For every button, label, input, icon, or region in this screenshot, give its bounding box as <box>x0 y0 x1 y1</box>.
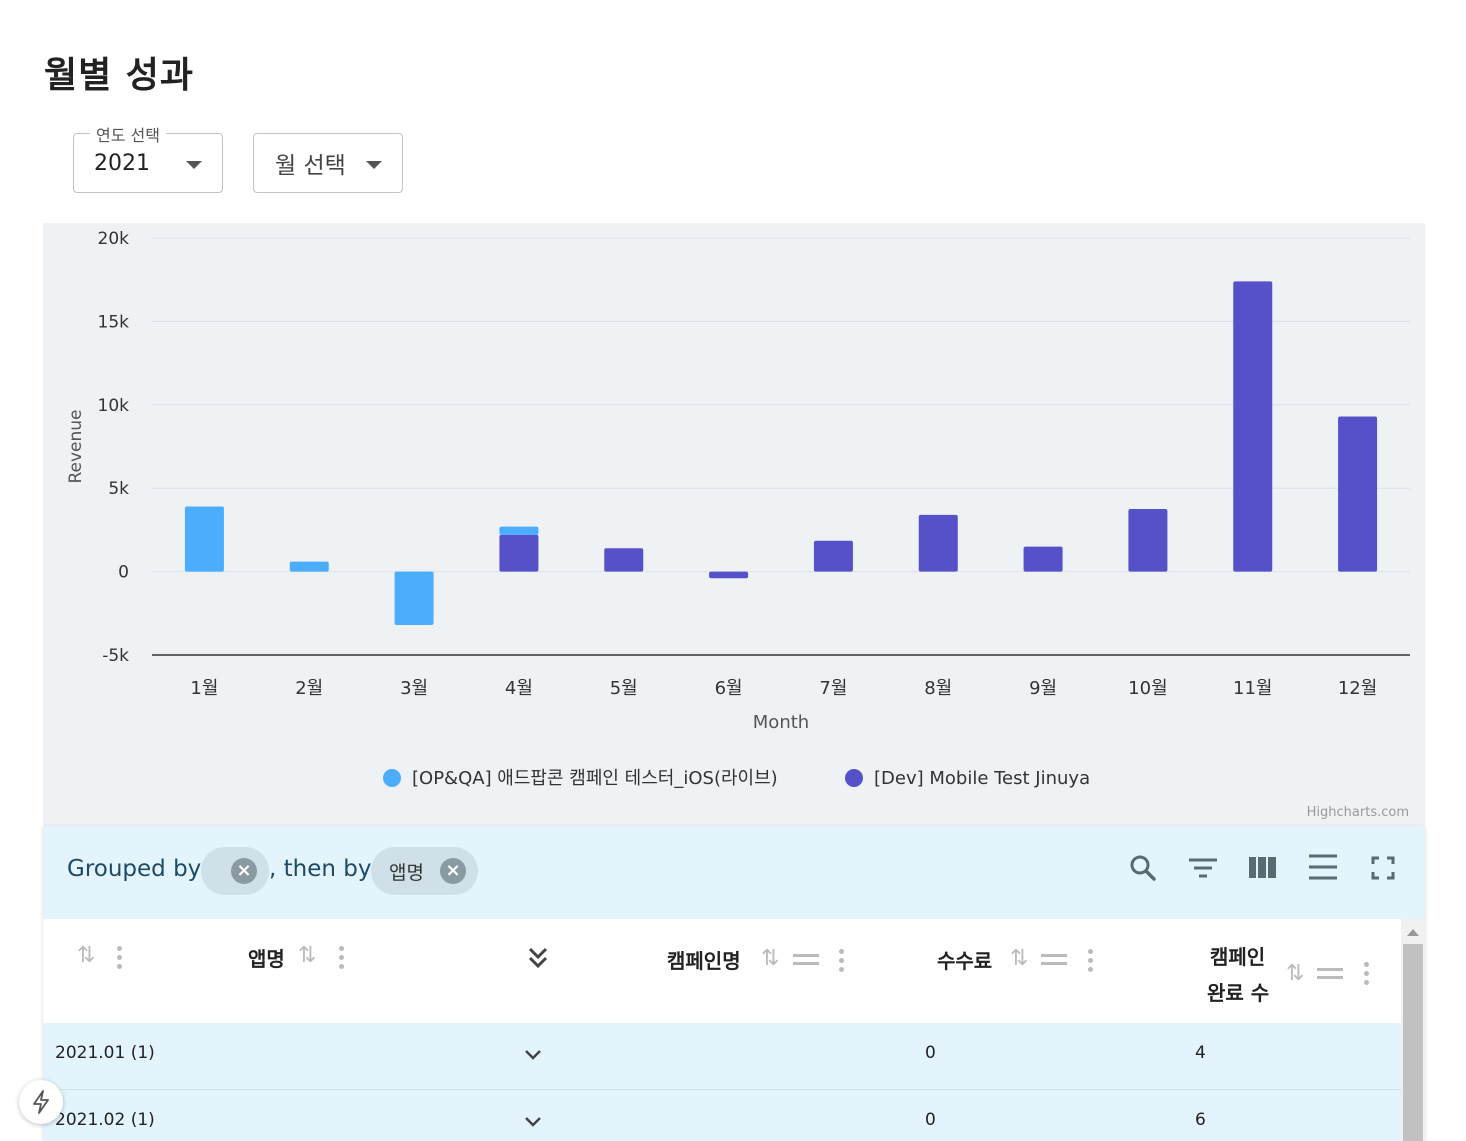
group-chip-app-label: 앱명 <box>389 861 424 884</box>
group-chip-empty[interactable]: × <box>201 847 269 895</box>
grouped-by-label: Grouped by <box>67 856 202 882</box>
group-chip-app[interactable]: 앱명 × <box>371 847 478 895</box>
column-menu-icon[interactable] <box>1088 949 1094 976</box>
x-axis-title: Month <box>753 712 809 733</box>
column-header-campaign[interactable]: 캠페인명 <box>667 945 741 974</box>
legend-marker <box>383 769 401 787</box>
chart-credits: Highcharts.com <box>1307 805 1409 820</box>
bar-1 <box>184 506 224 572</box>
bar-2 <box>1338 416 1378 572</box>
y-axis-title: Revenue <box>66 409 86 483</box>
group-cell: 2021.01 (1) <box>55 1043 155 1063</box>
month-select-value: 월 선택 <box>275 153 346 179</box>
x-tick-label: 11월 <box>1233 678 1272 699</box>
x-tick-label: 6월 <box>715 678 743 699</box>
legend-marker <box>845 769 863 787</box>
caret-down-icon <box>366 161 382 169</box>
density-icon[interactable] <box>1303 848 1343 888</box>
monthly-revenue-chart: -5k 0 5k 10k 15k 20k Revenue 1월 2월 3월 4월 5월 6월 7월 8월 9월… <box>43 223 1425 826</box>
y-tick-label: 20k <box>98 229 130 249</box>
legend-label: [OP&QA] 애드팝콘 캠페인 테스터_iOS(라이브) <box>412 768 778 789</box>
drag-handle-icon[interactable] <box>1041 954 1067 970</box>
x-tick-label: 12월 <box>1338 678 1377 699</box>
chart-svg: -5k 0 5k 10k 15k 20k Revenue 1월 2월 3월 4월 5월 6월 7월 8월 9월… <box>66 229 1410 820</box>
group-cell: 2021.02 (1) <box>55 1110 155 1130</box>
bar-2 <box>1023 546 1063 572</box>
expand-all-icon[interactable] <box>526 945 550 971</box>
bar-2 <box>1128 509 1168 572</box>
quick-action-button[interactable] <box>19 1080 63 1124</box>
column-header-fee[interactable]: 수수료 <box>937 945 992 974</box>
x-tick-label: 9월 <box>1029 678 1057 699</box>
scroll-up-icon[interactable] <box>1407 929 1419 936</box>
grid-header: ⇅ 앱명 ⇅ 캠페인명 ⇅ 수수료 ⇅ 캠페인 완료 수 ⇅ <box>43 919 1401 1023</box>
year-select-value: 2021 <box>94 150 150 176</box>
column-header-completed-line1[interactable]: 캠페인 <box>1210 941 1265 970</box>
sort-icon[interactable]: ⇅ <box>761 946 779 971</box>
then-by-label: , then by <box>269 856 372 882</box>
x-tick-label: 8월 <box>924 678 952 699</box>
chevron-down-icon[interactable] <box>523 1112 543 1132</box>
column-header-app[interactable]: 앱명 <box>248 943 285 972</box>
table-row[interactable]: 2021.02 (1) 0 6 <box>43 1090 1401 1141</box>
scrollbar-thumb[interactable] <box>1403 944 1423 1141</box>
x-tick-label: 2월 <box>295 678 323 699</box>
legend-label: [Dev] Mobile Test Jinuya <box>874 768 1090 789</box>
x-tick-label: 1월 <box>190 678 218 699</box>
bar-2 <box>1233 281 1273 572</box>
completed-cell: 4 <box>1195 1043 1206 1063</box>
fee-cell: 0 <box>925 1043 936 1063</box>
search-icon[interactable] <box>1123 848 1163 888</box>
grid-toolbar: Grouped by × , then by 앱명 × <box>43 826 1425 919</box>
year-select[interactable]: 연도 선택 2021 <box>73 122 223 193</box>
sort-icon[interactable]: ⇅ <box>298 943 316 968</box>
column-header-completed-line2[interactable]: 완료 수 <box>1207 977 1269 1006</box>
bar-1 <box>394 571 434 625</box>
year-select-label: 연도 선택 <box>90 122 166 146</box>
sort-icon[interactable]: ⇅ <box>1010 946 1028 971</box>
page-title: 월별 성과 <box>44 55 195 96</box>
drag-handle-icon[interactable] <box>1317 968 1343 984</box>
column-menu-icon[interactable] <box>117 946 123 973</box>
data-grid: Grouped by × , then by 앱명 × ⇅ 앱명 ⇅ 캠페인명 … <box>43 826 1425 1141</box>
lightning-icon <box>33 1090 49 1114</box>
fullscreen-icon[interactable] <box>1363 848 1403 888</box>
column-menu-icon[interactable] <box>839 949 845 976</box>
x-tick-label: 4월 <box>505 678 533 699</box>
table-row[interactable]: 2021.01 (1) 0 4 <box>43 1023 1401 1090</box>
vertical-scrollbar[interactable] <box>1401 919 1425 1141</box>
sort-icon[interactable]: ⇅ <box>1286 961 1304 986</box>
bar-2 <box>918 514 958 572</box>
x-tick-label: 7월 <box>819 678 847 699</box>
columns-icon[interactable] <box>1243 848 1283 888</box>
y-tick-label: 5k <box>108 479 129 499</box>
caret-down-icon <box>186 161 202 169</box>
bar-2 <box>499 534 539 572</box>
y-tick-label: -5k <box>102 646 129 666</box>
bar-1 <box>289 561 329 572</box>
remove-group-icon[interactable]: × <box>231 858 257 884</box>
y-tick-label: 10k <box>98 396 130 416</box>
column-menu-icon[interactable] <box>339 946 345 973</box>
y-tick-label: 15k <box>98 312 130 332</box>
bar-2 <box>604 548 644 572</box>
sort-icon[interactable]: ⇅ <box>77 943 95 968</box>
fee-cell: 0 <box>925 1110 936 1130</box>
column-menu-icon[interactable] <box>1364 962 1370 989</box>
remove-group-icon[interactable]: × <box>440 858 466 884</box>
y-tick-label: 0 <box>118 563 129 583</box>
chevron-down-icon[interactable] <box>523 1045 543 1065</box>
drag-handle-icon[interactable] <box>793 954 819 970</box>
completed-cell: 6 <box>1195 1110 1206 1130</box>
x-tick-label: 5월 <box>610 678 638 699</box>
bar-1 <box>499 526 539 535</box>
x-tick-label: 3월 <box>400 678 428 699</box>
bar-2 <box>709 571 749 579</box>
month-select[interactable]: 월 선택 <box>253 133 403 193</box>
filter-icon[interactable] <box>1183 848 1223 888</box>
bar-2 <box>813 540 853 572</box>
x-tick-label: 10월 <box>1128 678 1167 699</box>
